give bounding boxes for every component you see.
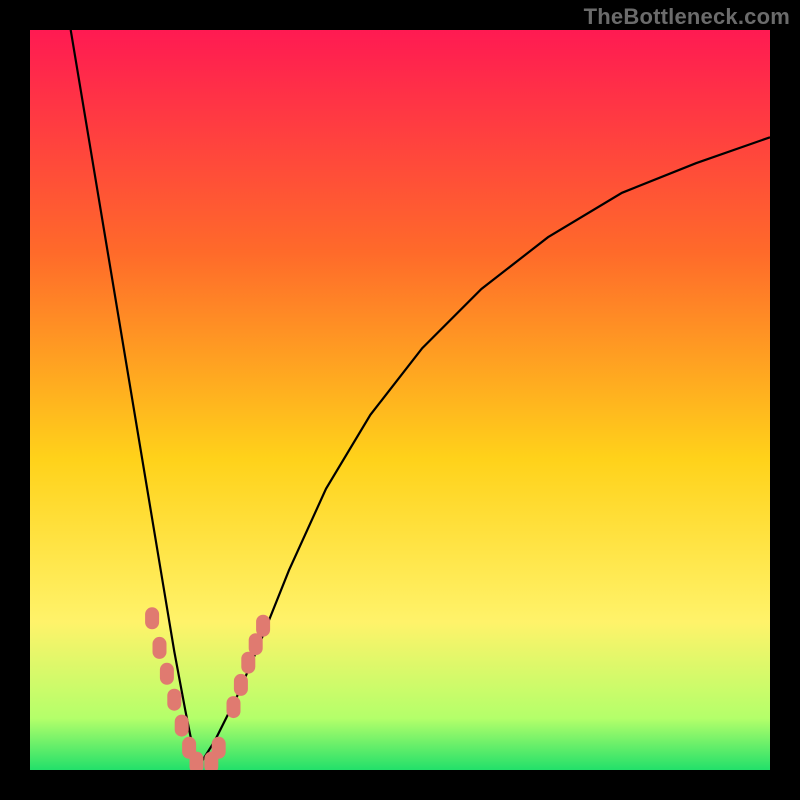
marker-point [153,637,167,659]
marker-point [145,607,159,629]
curve-left-branch [71,30,197,770]
marker-point [227,696,241,718]
marker-point [160,663,174,685]
marker-point [212,737,226,759]
marker-point [190,752,204,770]
marker-point [249,633,263,655]
marker-point [256,615,270,637]
plot-area [30,30,770,770]
chart-frame: TheBottleneck.com [0,0,800,800]
curve-markers [145,607,270,770]
marker-point [241,652,255,674]
marker-point [234,674,248,696]
bottleneck-curve [30,30,770,770]
marker-point [175,715,189,737]
watermark-text: TheBottleneck.com [584,4,790,30]
marker-point [167,689,181,711]
curve-right-branch [197,137,771,770]
